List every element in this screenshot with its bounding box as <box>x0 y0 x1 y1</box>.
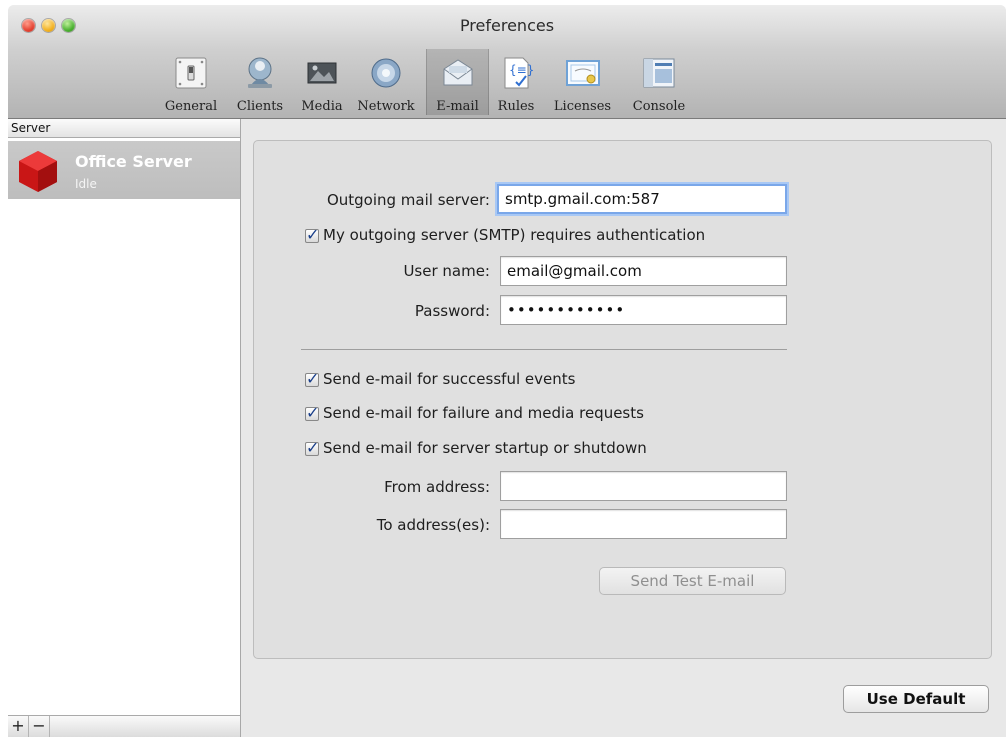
server-list-item[interactable]: Office Server Idle <box>8 141 240 199</box>
envelope-icon <box>443 59 472 86</box>
to-address-label: To address(es): <box>376 516 490 534</box>
section-divider <box>301 349 787 350</box>
checkbox[interactable]: ✓ <box>305 225 319 244</box>
console-icon <box>643 58 675 88</box>
to-address-field[interactable] <box>500 509 787 539</box>
from-address-label: From address: <box>384 478 490 496</box>
rules-icon: {≡} <box>504 57 534 89</box>
toolbar-general[interactable]: General <box>160 49 222 115</box>
outgoing-server-field[interactable]: smtp.gmail.com:587 <box>497 184 787 214</box>
server-sidebar: Server Office Server Idle + − <box>8 119 241 737</box>
titlebar-toolbar: Preferences General Clients Media Networ… <box>8 5 1006 119</box>
toolbar-rules[interactable]: {≡} Rules <box>494 49 538 115</box>
server-status: Idle <box>75 177 97 191</box>
svg-text:{≡}: {≡} <box>509 63 534 77</box>
checkmark-icon: ✓ <box>306 225 320 244</box>
certificate-icon <box>565 60 600 86</box>
toolbar-licenses[interactable]: Licenses <box>545 49 620 115</box>
send-success-label: Send e-mail for successful events <box>323 370 576 388</box>
globe-user-icon <box>248 57 272 88</box>
network-icon <box>371 58 401 88</box>
red-cube-icon <box>19 151 57 192</box>
send-success-checkbox[interactable]: ✓ Send e-mail for successful events <box>305 369 576 388</box>
checkbox[interactable]: ✓ <box>305 438 319 457</box>
username-field[interactable]: email@gmail.com <box>500 256 787 286</box>
from-address-field[interactable] <box>500 471 787 501</box>
send-failure-label: Send e-mail for failure and media reques… <box>323 404 644 422</box>
toolbar-clients[interactable]: Clients <box>231 49 289 115</box>
window-title: Preferences <box>459 16 555 35</box>
smtp-auth-label: My outgoing server (SMTP) requires authe… <box>323 226 706 244</box>
sidebar-footer: + − <box>8 715 240 737</box>
password-field[interactable]: •••••••••••• <box>500 295 787 325</box>
toolbar-media[interactable]: Media <box>296 49 348 115</box>
add-server-button[interactable]: + <box>8 716 29 737</box>
use-default-button[interactable]: Use Default <box>843 685 989 713</box>
send-test-email-button[interactable]: Send Test E-mail <box>599 567 786 595</box>
toolbar-network[interactable]: Network <box>351 49 421 115</box>
outgoing-server-label: Outgoing mail server: <box>326 191 490 209</box>
checkmark-icon: ✓ <box>306 403 320 422</box>
media-icon <box>307 62 337 84</box>
server-column-header[interactable]: Server <box>8 119 240 138</box>
checkmark-icon: ✓ <box>306 369 320 388</box>
checkbox[interactable]: ✓ <box>305 369 319 388</box>
checkbox[interactable]: ✓ <box>305 403 319 422</box>
switch-icon <box>175 57 207 89</box>
send-failure-checkbox[interactable]: ✓ Send e-mail for failure and media reque… <box>305 403 644 422</box>
username-label: User name: <box>403 262 490 280</box>
remove-server-button[interactable]: − <box>29 716 50 737</box>
toolbar-console[interactable]: Console <box>625 49 693 115</box>
send-startup-checkbox[interactable]: ✓ Send e-mail for server startup or shutd… <box>305 438 647 457</box>
server-name: Office Server <box>75 152 192 171</box>
smtp-auth-checkbox[interactable]: ✓ My outgoing server (SMTP) requires auth… <box>305 225 706 244</box>
checkmark-icon: ✓ <box>306 438 320 457</box>
password-label: Password: <box>414 302 490 320</box>
send-startup-label: Send e-mail for server startup or shutdo… <box>323 439 647 457</box>
toolbar-email[interactable]: E-mail <box>426 49 489 115</box>
